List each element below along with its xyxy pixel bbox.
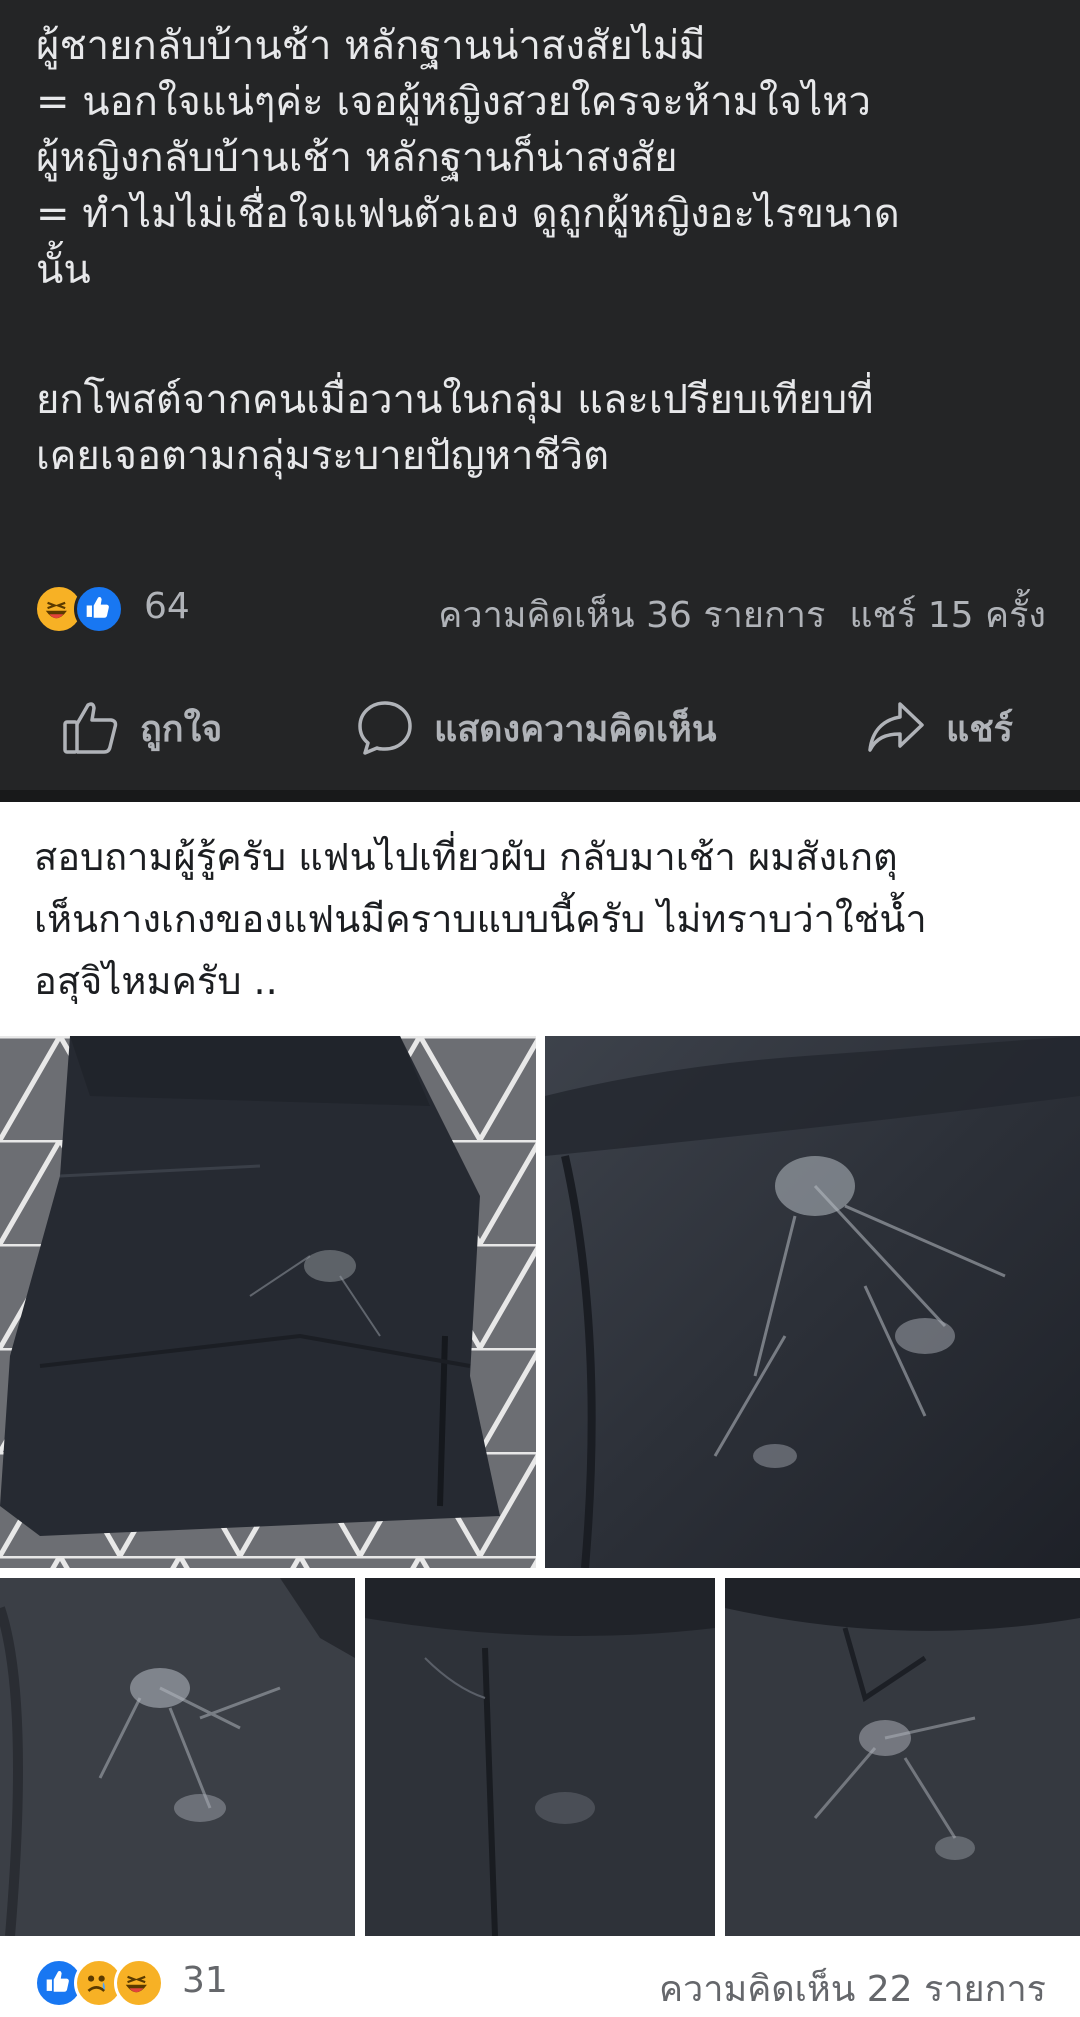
comment-count[interactable]: ความคิดเห็น 22 รายการ	[659, 1960, 1046, 2017]
share-label: แชร์	[946, 708, 1013, 750]
share-button[interactable]: แชร์	[866, 700, 1013, 756]
seam-closeup-photo[interactable]	[365, 1578, 715, 1936]
post-line: นั้น	[36, 247, 91, 293]
reaction-count[interactable]: 31	[182, 1960, 228, 2001]
reaction-icons[interactable]	[34, 584, 144, 634]
engagement-summary: ความคิดเห็น 36 รายการ แชร์ 15 ครั้ง	[438, 586, 1046, 643]
feed-divider	[0, 790, 1080, 802]
post-line: ยกโพสต์จากคนเมื่อวานในกลุ่ม และเปรียบเที…	[36, 377, 874, 423]
post-line: ผู้หญิงกลับบ้านเช้า หลักฐานก็น่าสงสัย	[36, 135, 678, 181]
post-card: ผู้ชายกลับบ้านช้า หลักฐานน่าสงสัยไม่มี =…	[0, 0, 1080, 790]
reaction-count[interactable]: 64	[144, 586, 190, 627]
haha-icon	[114, 1958, 164, 2008]
shared-post-line: อสุจิไหมครับ ..	[34, 959, 278, 1003]
share-count[interactable]: แชร์ 15 ครั้ง	[849, 595, 1046, 636]
post-line: = นอกใจแน่ๆค่ะ เจอผู้หญิงสวยใครจะห้ามใจไ…	[36, 79, 872, 125]
shared-post-stats: 31 ความคิดเห็น 22 รายการ	[34, 1954, 1046, 2010]
shared-post-line: เห็นกางเกงของแฟนมีคราบแบบนี้ครับ ไม่ทราบ…	[34, 897, 927, 941]
shorts-photo[interactable]	[0, 1036, 536, 1568]
comment-bubble-icon	[358, 701, 412, 755]
like-icon	[74, 584, 124, 634]
thumbs-up-icon	[63, 702, 118, 754]
action-bar: ถูกใจ แสดงความคิดเห็น แชร์	[0, 680, 1080, 770]
post-stats: 64 ความคิดเห็น 36 รายการ แชร์ 15 ครั้ง	[34, 578, 1046, 638]
share-arrow-icon	[868, 702, 924, 752]
stain-closeup-photo[interactable]	[0, 1578, 355, 1936]
post-line: = ทำไมไม่เชื่อใจแฟนตัวเอง ดูถูกผู้หญิงอะ…	[36, 191, 900, 237]
stain-closeup-photo[interactable]	[545, 1036, 1080, 1568]
comment-label: แสดงความคิดเห็น	[434, 708, 717, 750]
like-label: ถูกใจ	[140, 708, 223, 750]
comment-button[interactable]: แสดงความคิดเห็น	[356, 700, 716, 756]
post-text: ผู้ชายกลับบ้านช้า หลักฐานน่าสงสัยไม่มี =…	[36, 18, 1046, 484]
comment-count[interactable]: ความคิดเห็น 36 รายการ	[438, 595, 825, 636]
post-line: ผู้ชายกลับบ้านช้า หลักฐานน่าสงสัยไม่มี	[36, 23, 706, 69]
shared-post-text: สอบถามผู้รู้ครับ แฟนไปเที่ยวผับ กลับมาเช…	[34, 826, 1054, 1012]
stain-closeup-photo[interactable]	[725, 1578, 1080, 1936]
post-line: เคยเจอตามกลุ่มระบายปัญหาชีวิต	[36, 433, 610, 479]
shared-post-line: สอบถามผู้รู้ครับ แฟนไปเที่ยวผับ กลับมาเช…	[34, 835, 898, 879]
like-button[interactable]: ถูกใจ	[62, 700, 222, 756]
